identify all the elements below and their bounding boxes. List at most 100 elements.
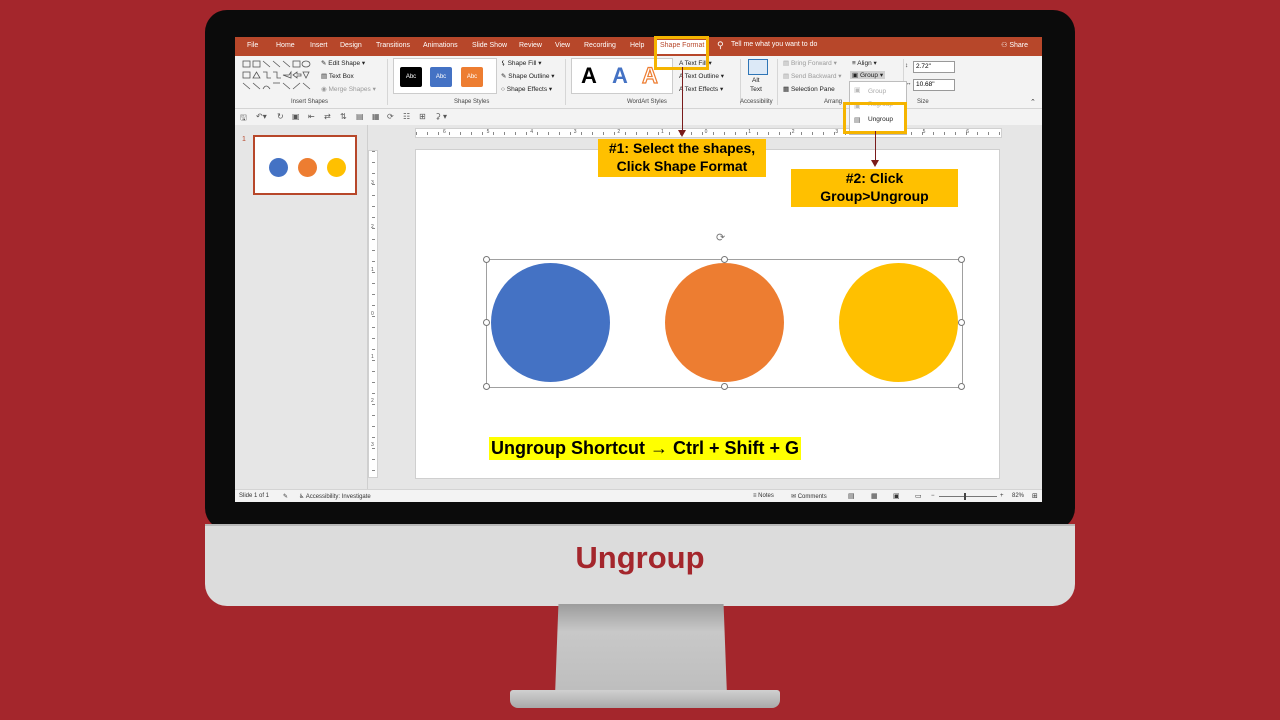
shape-qat-icon[interactable]: ⊞	[419, 112, 426, 121]
accessibility-status[interactable]: ♿ Accessibility: Investigate	[299, 493, 371, 500]
group-selection-box[interactable]	[486, 259, 963, 388]
resize-handle[interactable]	[721, 383, 728, 390]
bring-forward-button[interactable]: ▤ Bring Forward ▾	[783, 59, 837, 67]
shape-outline-button[interactable]: ✎ Shape Outline ▾	[501, 72, 555, 80]
merge-shapes-button[interactable]: ◉ Merge Shapes ▾	[321, 85, 376, 93]
edit-shape-button[interactable]: ✎ Edit Shape ▾	[321, 59, 365, 67]
shape-outline-label: Shape Outline	[508, 73, 550, 80]
zoom-slider[interactable]	[939, 496, 997, 497]
text-effects-button[interactable]: A Text Effects ▾	[679, 85, 723, 93]
tab-recording[interactable]: Recording	[584, 42, 616, 49]
tab-slide-show[interactable]: Slide Show	[472, 42, 507, 49]
edit-shape-label: Edit Shape	[328, 60, 361, 67]
shapes-gallery[interactable]	[241, 59, 315, 91]
monitor-stand-foot	[510, 690, 780, 708]
spelling-icon[interactable]: ✎	[283, 493, 288, 500]
slide-thumbnail[interactable]	[253, 135, 357, 195]
wordart-black[interactable]: A	[581, 63, 597, 89]
style-swatch-orange[interactable]: Abc	[461, 67, 483, 87]
distribute-icon[interactable]: ⇅	[340, 112, 347, 121]
callout1-arrow-head	[678, 130, 686, 137]
reading-view-icon[interactable]: ▣	[893, 492, 900, 500]
ruler-number: 5	[486, 129, 490, 135]
slideshow-view-icon[interactable]: ▭	[915, 492, 922, 500]
tab-transitions[interactable]: Transitions	[376, 42, 410, 49]
notes-button[interactable]: ≡ Notes	[753, 493, 774, 499]
send-backward-button[interactable]: ▤ Send Backward ▾	[783, 72, 842, 80]
ribbon-divider	[565, 59, 566, 105]
group-button[interactable]: ▣ Group ▾	[850, 71, 886, 79]
fit-slide-icon[interactable]: ⊞	[1032, 492, 1038, 500]
monitor-chin: Ungroup	[205, 524, 1075, 606]
notes-label: Notes	[758, 493, 774, 499]
tell-me-search[interactable]: Tell me what you want to do	[731, 41, 817, 48]
ruler-number: 6	[966, 129, 969, 135]
menu-item-group[interactable]: Group	[868, 88, 886, 95]
ruler-number: 2	[371, 398, 374, 404]
resize-handle[interactable]	[483, 256, 490, 263]
undo-icon[interactable]: ↶▾	[256, 112, 267, 121]
normal-view-icon[interactable]: ▤	[848, 492, 855, 500]
shape-styles-gallery[interactable]: Abc Abc Abc	[393, 58, 497, 94]
tab-view[interactable]: View	[555, 42, 570, 49]
thumbnail-circle-blue	[269, 158, 288, 177]
present-icon[interactable]: ▣	[292, 112, 300, 121]
align-left-icon[interactable]: ⇤	[308, 112, 315, 121]
resize-handle[interactable]	[721, 256, 728, 263]
resize-handle[interactable]	[958, 319, 965, 326]
tab-home[interactable]: Home	[276, 42, 295, 49]
ribbon-divider	[387, 59, 388, 105]
tab-help[interactable]: Help	[630, 42, 644, 49]
text-box-button[interactable]: ▤ Text Box	[321, 72, 354, 80]
zoom-out-icon[interactable]: −	[931, 493, 935, 499]
ruler-number: 5	[922, 129, 926, 135]
group-menu-icon: ▣	[854, 87, 861, 94]
powerpoint-window: File Home Insert Design Transitions Anim…	[235, 37, 1042, 502]
wordart-blue[interactable]: A	[612, 63, 628, 89]
status-bar: Slide 1 of 1 ✎ ♿ Accessibility: Investig…	[235, 489, 1042, 502]
group-qat-icon[interactable]: ▦	[372, 112, 380, 121]
slide-sorter-icon[interactable]: ▦	[871, 492, 878, 500]
zoom-in-icon[interactable]: +	[1000, 493, 1004, 499]
slide-thumbnail-number: 1	[242, 136, 246, 143]
text-outline-button[interactable]: A Text Outline ▾	[679, 72, 724, 80]
resize-handle[interactable]	[483, 319, 490, 326]
redo-icon[interactable]: ↻	[277, 112, 284, 121]
tab-review[interactable]: Review	[519, 42, 542, 49]
resize-handle[interactable]	[958, 383, 965, 390]
tab-design[interactable]: Design	[340, 42, 362, 49]
ungroup-qat-icon[interactable]: ▤	[356, 112, 364, 121]
ruler-number: 0	[371, 310, 374, 317]
comments-button[interactable]: ✉ Comments	[791, 493, 827, 500]
text-outline-label: Text Outline	[684, 73, 719, 80]
callout-step1: #1: Select the shapes, Click Shape Forma…	[598, 139, 766, 177]
group-label: Group	[859, 72, 879, 79]
align-center-icon[interactable]: ⇄	[324, 112, 331, 121]
zoom-level[interactable]: 82%	[1012, 493, 1024, 499]
format-qat-icon[interactable]: ☷	[403, 112, 410, 121]
collapse-ribbon-icon[interactable]: ⌃	[1030, 98, 1036, 106]
shape-height-input[interactable]: 2.72"	[913, 61, 955, 73]
shape-fill-button[interactable]: ⚸ Shape Fill ▾	[501, 59, 542, 67]
rotate-handle-icon[interactable]: ⟳	[716, 233, 727, 244]
share-button[interactable]: ⚇ Share	[1001, 41, 1028, 49]
alt-text-line2[interactable]: Text	[750, 86, 762, 93]
zoom-slider-thumb[interactable]	[964, 493, 966, 500]
style-swatch-black[interactable]: Abc	[400, 67, 422, 87]
tab-animations[interactable]: Animations	[423, 42, 458, 49]
shape-width-input[interactable]: 10.68"	[913, 79, 955, 91]
style-swatch-blue[interactable]: Abc	[430, 67, 452, 87]
tab-insert[interactable]: Insert	[310, 42, 328, 49]
resize-handle[interactable]	[958, 256, 965, 263]
shape-effects-button[interactable]: ○ Shape Effects ▾	[501, 85, 552, 93]
align-button[interactable]: ≡ Align ▾	[852, 59, 877, 67]
tab-file[interactable]: File	[247, 42, 258, 49]
customize-qat-icon[interactable]: ▾	[443, 112, 447, 121]
pin-qat-icon[interactable]: ⚳	[435, 112, 441, 121]
alt-text-line1[interactable]: Alt	[752, 77, 760, 84]
arrange-group-label: Arrang	[824, 99, 843, 105]
save-icon[interactable]: 🖫	[240, 112, 247, 126]
resize-handle[interactable]	[483, 383, 490, 390]
selection-pane-button[interactable]: ▦ Selection Pane	[783, 85, 835, 93]
rotate-qat-icon[interactable]: ⟳	[387, 112, 394, 121]
